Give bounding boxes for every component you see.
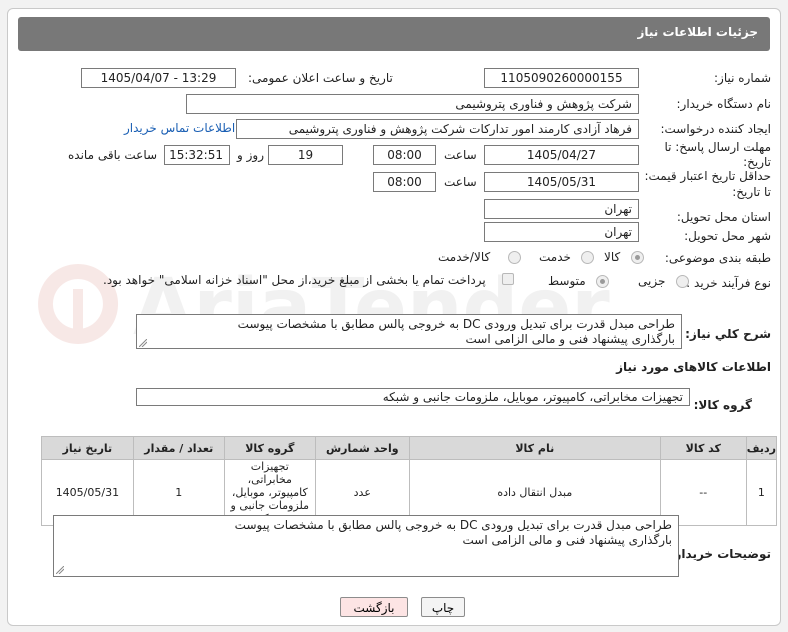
province-label: استان محل تحویل:	[676, 210, 771, 224]
province-field: تهران	[484, 199, 639, 219]
table-header-row: ردیف کد کالا نام کالا واحد شمارش گروه کا…	[41, 436, 778, 460]
summary-textarea[interactable]: طراحی مبدل قدرت برای تبدیل ورودی DC به خ…	[136, 314, 682, 349]
days-remaining-field: 19	[268, 145, 343, 165]
validity-date-field: 1405/05/31	[484, 172, 639, 192]
details-panel: جزئیات اطلاعات نیاز AriaTender.neT شماره…	[7, 8, 781, 626]
category-option-both: کالا/خدمت	[438, 250, 491, 264]
announce-label: تاریخ و ساعت اعلان عمومی:	[248, 71, 393, 85]
category-option-service: خدمت	[539, 250, 571, 264]
treasury-payment-note: پرداخت تمام یا بخشی از مبلغ خرید،از محل …	[103, 273, 486, 287]
col-name: نام کالا	[408, 436, 661, 460]
need-number-field: 1105090260000155	[484, 68, 639, 88]
cell-row: 1	[745, 459, 778, 526]
deadline-hour-label: ساعت	[444, 148, 477, 162]
process-radio-medium[interactable]	[596, 275, 609, 288]
validity-label-line1: حداقل تاریخ اعتبار قیمت:	[644, 169, 771, 183]
back-button[interactable]: بازگشت	[340, 597, 408, 617]
process-option-minor: جزیی	[638, 274, 666, 288]
requester-label: ایجاد کننده درخواست:	[660, 122, 771, 136]
deadline-label-line2: تاریخ:	[743, 155, 771, 169]
announce-field: 1405/04/07 - 13:29	[81, 68, 236, 88]
category-radio-service[interactable]	[581, 251, 594, 264]
col-date: تاریخ نیاز	[41, 436, 134, 460]
category-radio-both[interactable]	[508, 251, 521, 264]
process-label: نوع فرآیند خرید :	[686, 276, 771, 290]
city-label: شهر محل تحویل:	[684, 229, 771, 243]
remaining-label: ساعت باقی مانده	[68, 148, 158, 162]
category-option-goods: کالا	[604, 250, 621, 264]
col-code: کد کالا	[659, 436, 747, 460]
goods-group-field: تجهیزات مخابراتی، کامپیوتر، موبایل، ملزو…	[136, 388, 690, 406]
validity-label-line2: تا تاریخ:	[732, 185, 771, 199]
deadline-label-line1: مهلت ارسال پاسخ: تا	[664, 140, 771, 154]
buyer-desc-resize-grip-icon[interactable]	[56, 566, 64, 574]
goods-info-title: اطلاعات کالاهای مورد نياز	[616, 360, 771, 374]
page-title: جزئیات اطلاعات نیاز	[637, 25, 758, 39]
city-field: تهران	[484, 222, 639, 242]
col-qty: تعداد / مقدار	[132, 436, 225, 460]
category-radio-goods[interactable]	[631, 251, 644, 264]
col-group: گروه کالا	[223, 436, 316, 460]
requester-field: فرهاد آزادی کارمند امور تدارکات شرکت پژو…	[236, 119, 639, 139]
goods-group-label: گروه کالا:	[693, 398, 752, 412]
days-label: روز و	[237, 148, 264, 162]
summary-resize-grip-icon[interactable]	[139, 339, 147, 347]
process-option-medium: متوسط	[548, 274, 586, 288]
buyer-desc-label: توضیحات خریدار:	[669, 547, 771, 561]
remaining-time-field: 15:32:51	[164, 145, 230, 165]
buyer-org-label: نام دستگاه خریدار:	[676, 97, 772, 111]
treasury-payment-checkbox[interactable]	[502, 273, 514, 285]
col-row: ردیف	[745, 436, 778, 460]
col-unit: واحد شمارش	[314, 436, 410, 460]
contact-info-link[interactable]: اطلاعات تماس خریدار	[124, 121, 235, 135]
panel-header: جزئیات اطلاعات نیاز	[18, 17, 770, 51]
process-radio-minor[interactable]	[676, 275, 689, 288]
print-button[interactable]: چاپ	[421, 597, 465, 617]
deadline-time-field: 08:00	[373, 145, 436, 165]
category-label: طبقه بندی موضوعی:	[664, 251, 771, 265]
buyer-org-field: شرکت پژوهش و فناوری پتروشیمی	[186, 94, 639, 114]
buyer-desc-textarea[interactable]: طراحی مبدل قدرت برای تبدیل ورودی DC به خ…	[53, 515, 679, 577]
validity-time-field: 08:00	[373, 172, 436, 192]
deadline-date-field: 1405/04/27	[484, 145, 639, 165]
need-number-label: شماره نیاز:	[714, 71, 771, 85]
summary-label: شرح کلي نياز:	[685, 327, 771, 341]
goods-table: ردیف کد کالا نام کالا واحد شمارش گروه کا…	[41, 436, 778, 526]
validity-hour-label: ساعت	[444, 175, 477, 189]
